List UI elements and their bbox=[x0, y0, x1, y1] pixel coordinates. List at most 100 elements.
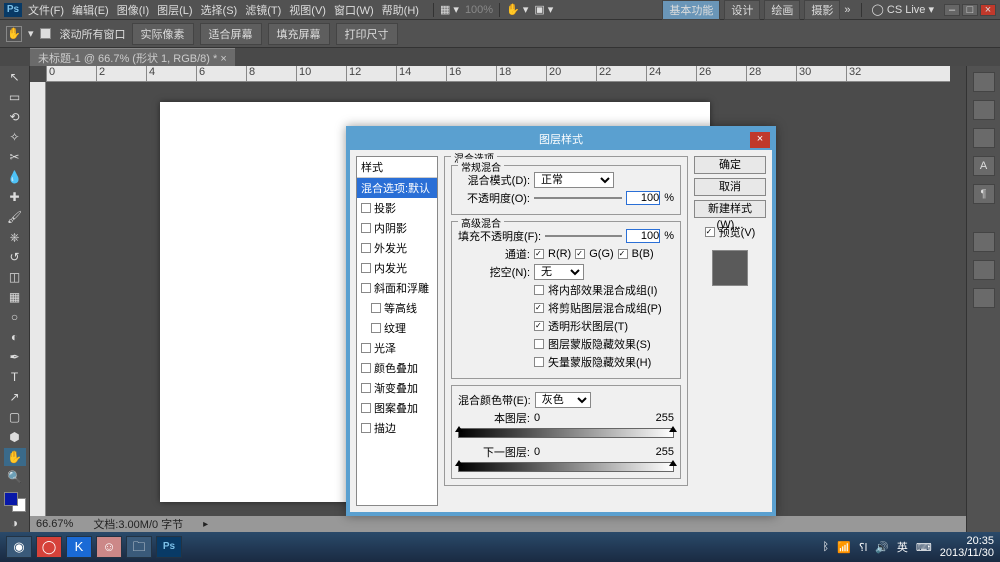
foreground-swatch[interactable] bbox=[4, 492, 18, 506]
tray-keyboard-icon[interactable]: ⌨ bbox=[916, 541, 932, 554]
pen-tool[interactable]: ✒ bbox=[4, 348, 26, 366]
fill-screen-button[interactable]: 填充屏幕 bbox=[268, 23, 330, 45]
tray-bluetooth-icon[interactable]: ᛒ bbox=[823, 541, 830, 553]
paths-panel-icon[interactable] bbox=[973, 288, 995, 308]
tray-network-icon[interactable]: 📶 bbox=[837, 541, 851, 554]
status-doc[interactable]: 文档:3.00M/0 字节 bbox=[93, 516, 183, 532]
style-blending-options[interactable]: 混合选项:默认 bbox=[357, 178, 437, 198]
menu-image[interactable]: 图像(I) bbox=[117, 2, 149, 18]
hand-tool-icon[interactable]: ✋ bbox=[6, 26, 22, 42]
path-tool[interactable]: ↗ bbox=[4, 388, 26, 406]
document-tab[interactable]: 未标题-1 @ 66.7% (形状 1, RGB/8) * × bbox=[30, 48, 235, 67]
tab-close-icon[interactable]: × bbox=[220, 53, 226, 65]
chrome-icon[interactable]: ◯ bbox=[36, 536, 62, 558]
menu-window[interactable]: 窗口(W) bbox=[334, 2, 374, 18]
workspace-design[interactable]: 设计 bbox=[724, 0, 760, 20]
style-satin[interactable]: 光泽 bbox=[357, 338, 437, 358]
app-icon[interactable]: ☺ bbox=[96, 536, 122, 558]
cancel-button[interactable]: 取消 bbox=[694, 178, 766, 196]
history-brush-tool[interactable]: ↺ bbox=[4, 248, 26, 266]
styles-panel-icon[interactable]: A bbox=[973, 156, 995, 176]
menu-filter[interactable]: 滤镜(T) bbox=[245, 2, 281, 18]
menu-layer[interactable]: 图层(L) bbox=[157, 2, 192, 18]
more-icon[interactable]: » bbox=[844, 4, 850, 16]
style-color-overlay[interactable]: 颜色叠加 bbox=[357, 358, 437, 378]
color-swatches[interactable] bbox=[4, 492, 26, 512]
gradient-tool[interactable]: ▦ bbox=[4, 288, 26, 306]
under-layer-slider[interactable] bbox=[458, 462, 674, 472]
3d-tool[interactable]: ⬢ bbox=[4, 428, 26, 446]
quickmask-tool[interactable]: ◑ bbox=[4, 514, 26, 532]
cslive-button[interactable]: ◯ CS Live ▾ bbox=[872, 3, 934, 16]
minimize-button[interactable]: – bbox=[944, 4, 960, 16]
menu-view[interactable]: 视图(V) bbox=[289, 2, 326, 18]
tray-volume-icon[interactable]: 🔊 bbox=[875, 541, 889, 554]
dialog-close-button[interactable]: × bbox=[750, 132, 770, 148]
ok-button[interactable]: 确定 bbox=[694, 156, 766, 174]
stamp-tool[interactable]: ⎈ bbox=[4, 228, 26, 246]
swatches-panel-icon[interactable] bbox=[973, 100, 995, 120]
channel-b-checkbox[interactable] bbox=[618, 249, 628, 259]
menu-select[interactable]: 选择(S) bbox=[201, 2, 238, 18]
arrange-icon[interactable]: ▦ ▾ bbox=[440, 3, 459, 16]
crop-tool[interactable]: ✂ bbox=[4, 148, 26, 166]
menu-help[interactable]: 帮助(H) bbox=[382, 2, 419, 18]
style-pattern-overlay[interactable]: 图案叠加 bbox=[357, 398, 437, 418]
eyedropper-tool[interactable]: 💧 bbox=[4, 168, 26, 186]
channel-g-checkbox[interactable] bbox=[575, 249, 585, 259]
knockout-select[interactable]: 无 bbox=[534, 264, 584, 280]
print-size-button[interactable]: 打印尺寸 bbox=[336, 23, 398, 45]
fit-screen-button[interactable]: 适合屏幕 bbox=[200, 23, 262, 45]
type-tool[interactable]: T bbox=[4, 368, 26, 386]
adjustments-panel-icon[interactable] bbox=[973, 128, 995, 148]
healing-tool[interactable]: ✚ bbox=[4, 188, 26, 206]
this-layer-slider[interactable] bbox=[458, 428, 674, 438]
workspace-photo[interactable]: 摄影 bbox=[804, 0, 840, 20]
opt-layermask-checkbox[interactable] bbox=[534, 339, 544, 349]
tray-wifi-icon[interactable]: ⸮l bbox=[859, 541, 867, 554]
style-drop-shadow[interactable]: 投影 bbox=[357, 198, 437, 218]
wand-tool[interactable]: ✧ bbox=[4, 128, 26, 146]
menu-edit[interactable]: 编辑(E) bbox=[72, 2, 109, 18]
lasso-tool[interactable]: ⟲ bbox=[4, 108, 26, 126]
screen-mode-icon[interactable]: ▣ ▾ bbox=[534, 3, 553, 16]
style-gradient-overlay[interactable]: 渐变叠加 bbox=[357, 378, 437, 398]
opt-transparency-checkbox[interactable] bbox=[534, 321, 544, 331]
opt-clipped-checkbox[interactable] bbox=[534, 303, 544, 313]
style-bevel[interactable]: 斜面和浮雕 bbox=[357, 278, 437, 298]
close-button[interactable]: × bbox=[980, 4, 996, 16]
hand-icon-mini[interactable]: ✋ ▾ bbox=[506, 3, 528, 16]
workspace-basic[interactable]: 基本功能 bbox=[662, 0, 720, 20]
opacity-input[interactable] bbox=[626, 191, 660, 205]
tray-clock[interactable]: 20:352013/11/30 bbox=[940, 535, 994, 559]
kugou-icon[interactable]: K bbox=[66, 536, 92, 558]
preview-checkbox[interactable] bbox=[705, 227, 715, 237]
new-style-button[interactable]: 新建样式(W)... bbox=[694, 200, 766, 218]
style-contour[interactable]: 等高线 bbox=[357, 298, 437, 318]
status-zoom[interactable]: 66.67% bbox=[36, 518, 73, 530]
dodge-tool[interactable]: ◐ bbox=[4, 328, 26, 346]
color-panel-icon[interactable] bbox=[973, 72, 995, 92]
hand-tool[interactable]: ✋ bbox=[4, 448, 26, 466]
fill-opacity-input[interactable] bbox=[626, 229, 660, 243]
menu-file[interactable]: 文件(F) bbox=[28, 2, 64, 18]
channel-r-checkbox[interactable] bbox=[534, 249, 544, 259]
move-tool[interactable]: ↖ bbox=[4, 68, 26, 86]
photoshop-task-icon[interactable]: Ps bbox=[156, 536, 182, 558]
shape-tool[interactable]: ▢ bbox=[4, 408, 26, 426]
marquee-tool[interactable]: ▭ bbox=[4, 88, 26, 106]
style-inner-glow[interactable]: 内发光 bbox=[357, 258, 437, 278]
dialog-title-bar[interactable]: 图层样式 × bbox=[350, 130, 772, 150]
actual-pixels-button[interactable]: 实际像素 bbox=[132, 23, 194, 45]
style-inner-shadow[interactable]: 内阴影 bbox=[357, 218, 437, 238]
opt-interior-checkbox[interactable] bbox=[534, 285, 544, 295]
style-texture[interactable]: 纹理 bbox=[357, 318, 437, 338]
channels-panel-icon[interactable] bbox=[973, 260, 995, 280]
style-outer-glow[interactable]: 外发光 bbox=[357, 238, 437, 258]
explorer-icon[interactable]: 🗀 bbox=[126, 536, 152, 558]
blend-mode-select[interactable]: 正常 bbox=[534, 172, 614, 188]
style-stroke[interactable]: 描边 bbox=[357, 418, 437, 438]
paragraph-panel-icon[interactable]: ¶ bbox=[973, 184, 995, 204]
scroll-all-checkbox[interactable] bbox=[40, 28, 51, 39]
eraser-tool[interactable]: ◫ bbox=[4, 268, 26, 286]
